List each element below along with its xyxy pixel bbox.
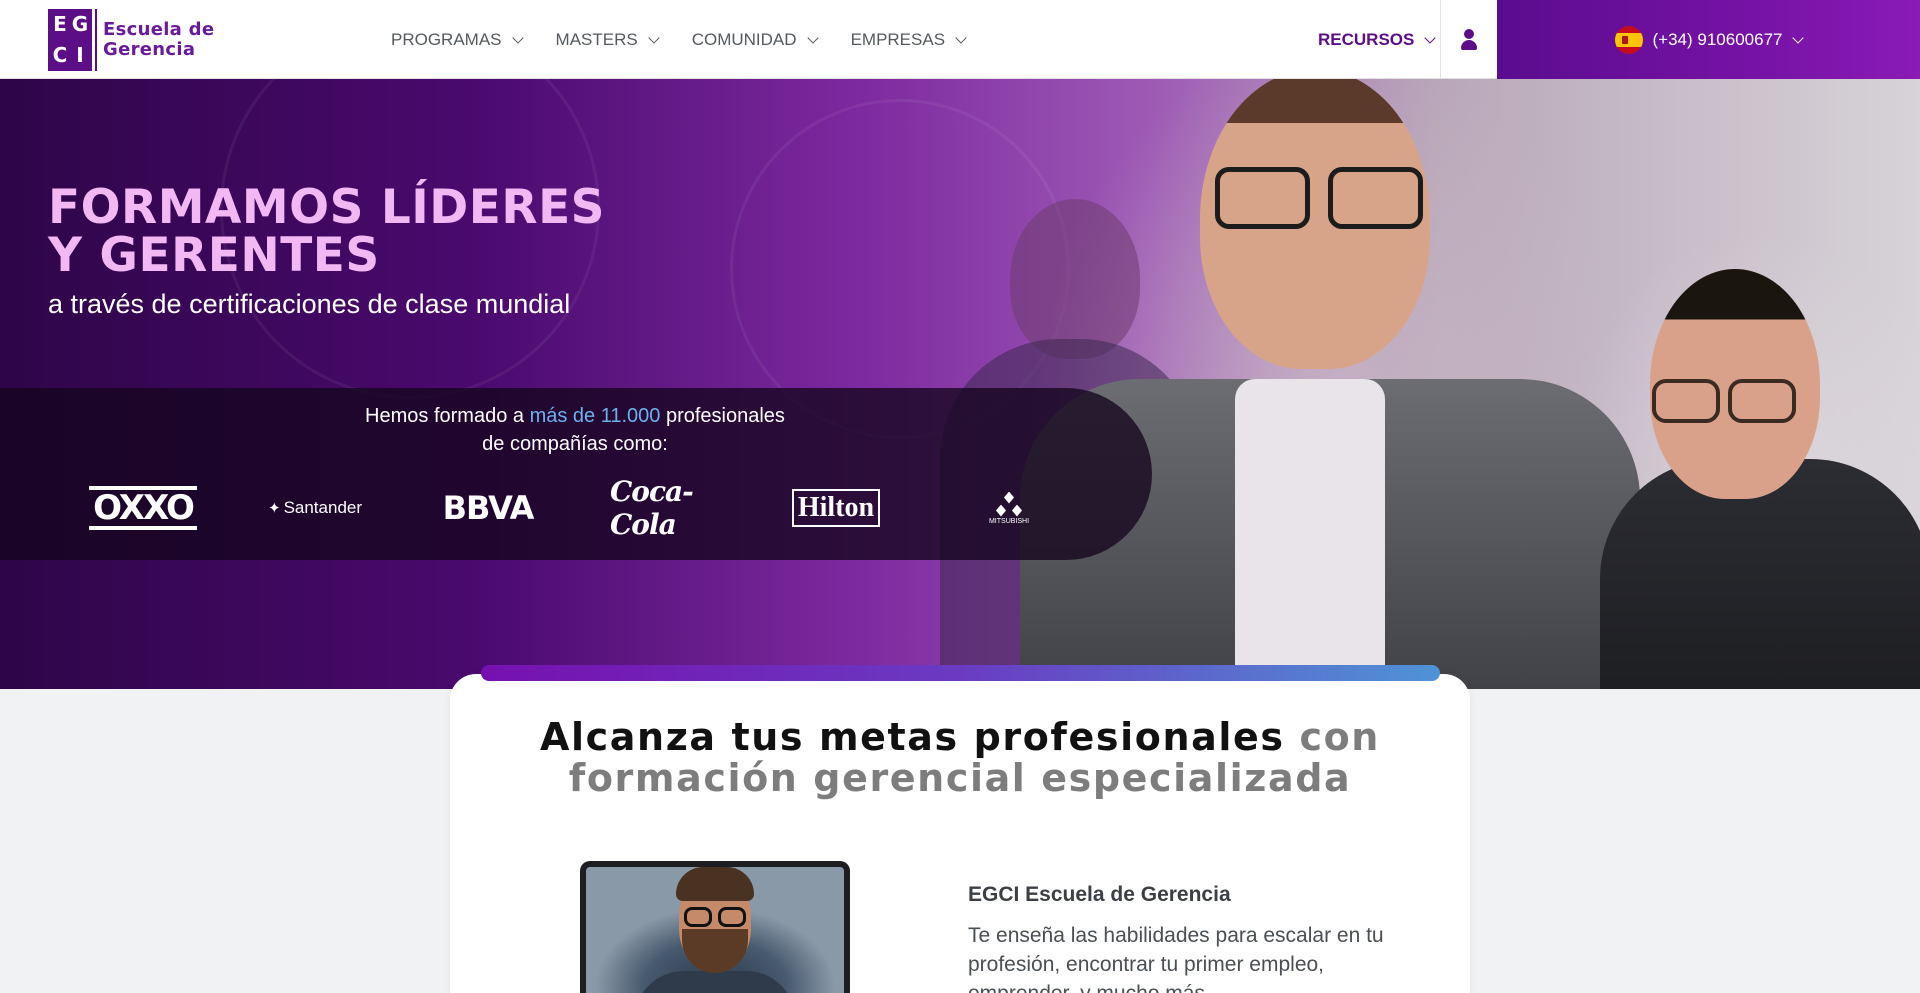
hilton-logo: Hilton xyxy=(788,478,884,538)
main-nav: PROGRAMAS MASTERS COMUNIDAD EMPRESAS xyxy=(391,0,999,79)
chevron-down-icon xyxy=(1424,31,1437,44)
hero-banner: FORMAMOS LÍDERES Y GERENTES a través de … xyxy=(0,79,1920,689)
nav-programas[interactable]: PROGRAMAS xyxy=(391,30,524,50)
three-diamonds-icon xyxy=(995,491,1023,518)
nav-masters[interactable]: MASTERS xyxy=(556,30,660,50)
nav-recursos[interactable]: RECURSOS xyxy=(1318,0,1437,79)
man-glasses xyxy=(1328,167,1423,229)
company-logos: OXXO ✦ Santander BBVA Coca-Cola Hilton MI… xyxy=(0,475,1152,541)
laptop-screen xyxy=(586,867,844,993)
nav-empresas[interactable]: EMPRESAS xyxy=(851,30,967,50)
chevron-down-icon xyxy=(1792,31,1805,44)
companies-intro: Hemos formado a más de 11.000 profesiona… xyxy=(365,405,785,455)
card-accent-bar xyxy=(481,665,1440,681)
mitsubishi-logo: MITSUBISHI xyxy=(984,478,1034,538)
hero-subtitle: a través de certificaciones de clase mun… xyxy=(48,289,571,319)
chevron-down-icon xyxy=(806,31,819,44)
woman-glasses xyxy=(1652,379,1720,423)
background-person xyxy=(1010,199,1140,359)
egci-logo[interactable]: E G C I Escuela de Gerencia xyxy=(48,9,214,71)
account-button[interactable] xyxy=(1440,0,1497,79)
companies-panel: Hemos formado a más de 11.000 profesiona… xyxy=(0,388,1152,560)
hero-title: FORMAMOS LÍDERES Y GERENTES xyxy=(48,180,606,283)
chevron-down-icon xyxy=(648,31,660,44)
man-shirt xyxy=(1235,379,1385,689)
man-glasses xyxy=(1215,167,1310,229)
spain-flag-icon xyxy=(1614,25,1643,54)
santander-logo: ✦ Santander xyxy=(267,498,363,517)
site-header: E G C I Escuela de Gerencia PROGRAMAS MA… xyxy=(0,0,1920,79)
logo-mark: E G C I xyxy=(48,9,92,71)
chevron-down-icon xyxy=(511,31,524,44)
card-title: Alcanza tus metas profesionales con form… xyxy=(540,715,1380,800)
about-text: Te enseña las habilidades para escalar e… xyxy=(968,924,1384,993)
phone-number: (+34) 910600677 xyxy=(1652,29,1783,49)
phone-country-selector[interactable]: (+34) 910600677 xyxy=(1497,0,1920,79)
user-icon xyxy=(1460,28,1478,51)
logo-divider xyxy=(95,9,97,71)
cocacola-logo: Coca-Cola xyxy=(610,475,694,541)
nav-comunidad[interactable]: COMUNIDAD xyxy=(692,30,819,50)
woman-glasses xyxy=(1728,379,1796,423)
chevron-down-icon xyxy=(955,31,967,44)
oxxo-logo: OXXO xyxy=(89,478,197,538)
laptop-image xyxy=(580,861,850,993)
trained-count-highlight: más de 11.000 xyxy=(529,405,661,427)
bbva-logo: BBVA xyxy=(442,489,535,527)
logo-wordmark: Escuela de Gerencia xyxy=(103,19,215,60)
flame-icon: ✦ xyxy=(267,500,281,517)
about-title: EGCI Escuela de Gerencia xyxy=(968,883,1231,906)
